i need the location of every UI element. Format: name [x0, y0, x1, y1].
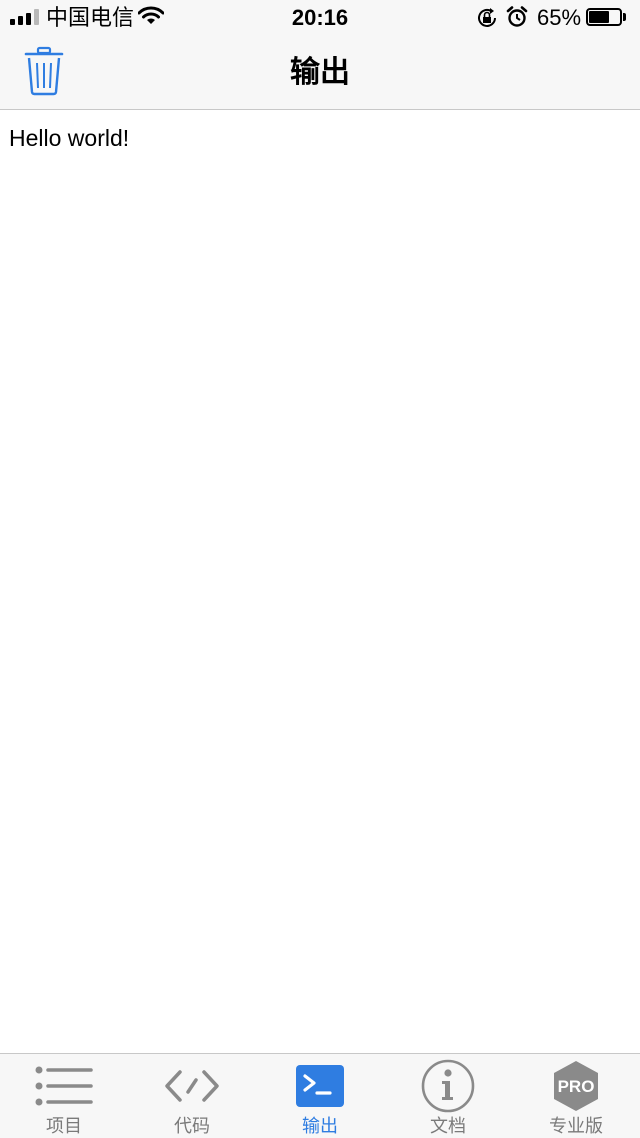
info-icon — [421, 1059, 475, 1113]
alarm-icon — [506, 6, 528, 27]
tab-label: 专业版 — [549, 1116, 603, 1136]
tab-output[interactable]: 输出 — [256, 1054, 384, 1138]
battery-icon — [586, 8, 626, 26]
tab-bar: 项目 代码 输出 文档 PRO 专业版 — [0, 1053, 640, 1138]
rotation-lock-icon — [478, 8, 496, 27]
battery-percentage: 65% — [537, 5, 582, 30]
navigation-bar: 输出 — [0, 36, 640, 110]
tab-pro[interactable]: PRO 专业版 — [512, 1054, 640, 1138]
pro-badge-text: PRO — [558, 1077, 595, 1096]
console-output-text: Hello world! — [9, 125, 130, 151]
code-icon — [165, 1070, 219, 1102]
page-title: 输出 — [290, 56, 350, 89]
output-screen: 中国电信 20:16 65% 输出 Hello world! 项目 代码 输出 … — [0, 0, 640, 1138]
tab-label: 输出 — [302, 1116, 338, 1136]
tab-label: 代码 — [174, 1116, 210, 1136]
terminal-icon — [296, 1065, 344, 1107]
tab-code[interactable]: 代码 — [128, 1054, 256, 1138]
list-icon — [35, 1066, 93, 1106]
status-bar: 中国电信 20:16 65% — [0, 0, 640, 36]
tab-label: 项目 — [46, 1116, 82, 1136]
tab-projects[interactable]: 项目 — [0, 1054, 128, 1138]
tab-docs[interactable]: 文档 — [384, 1054, 512, 1138]
tab-label: 文档 — [430, 1116, 466, 1136]
pro-badge-icon: PRO — [554, 1061, 598, 1111]
